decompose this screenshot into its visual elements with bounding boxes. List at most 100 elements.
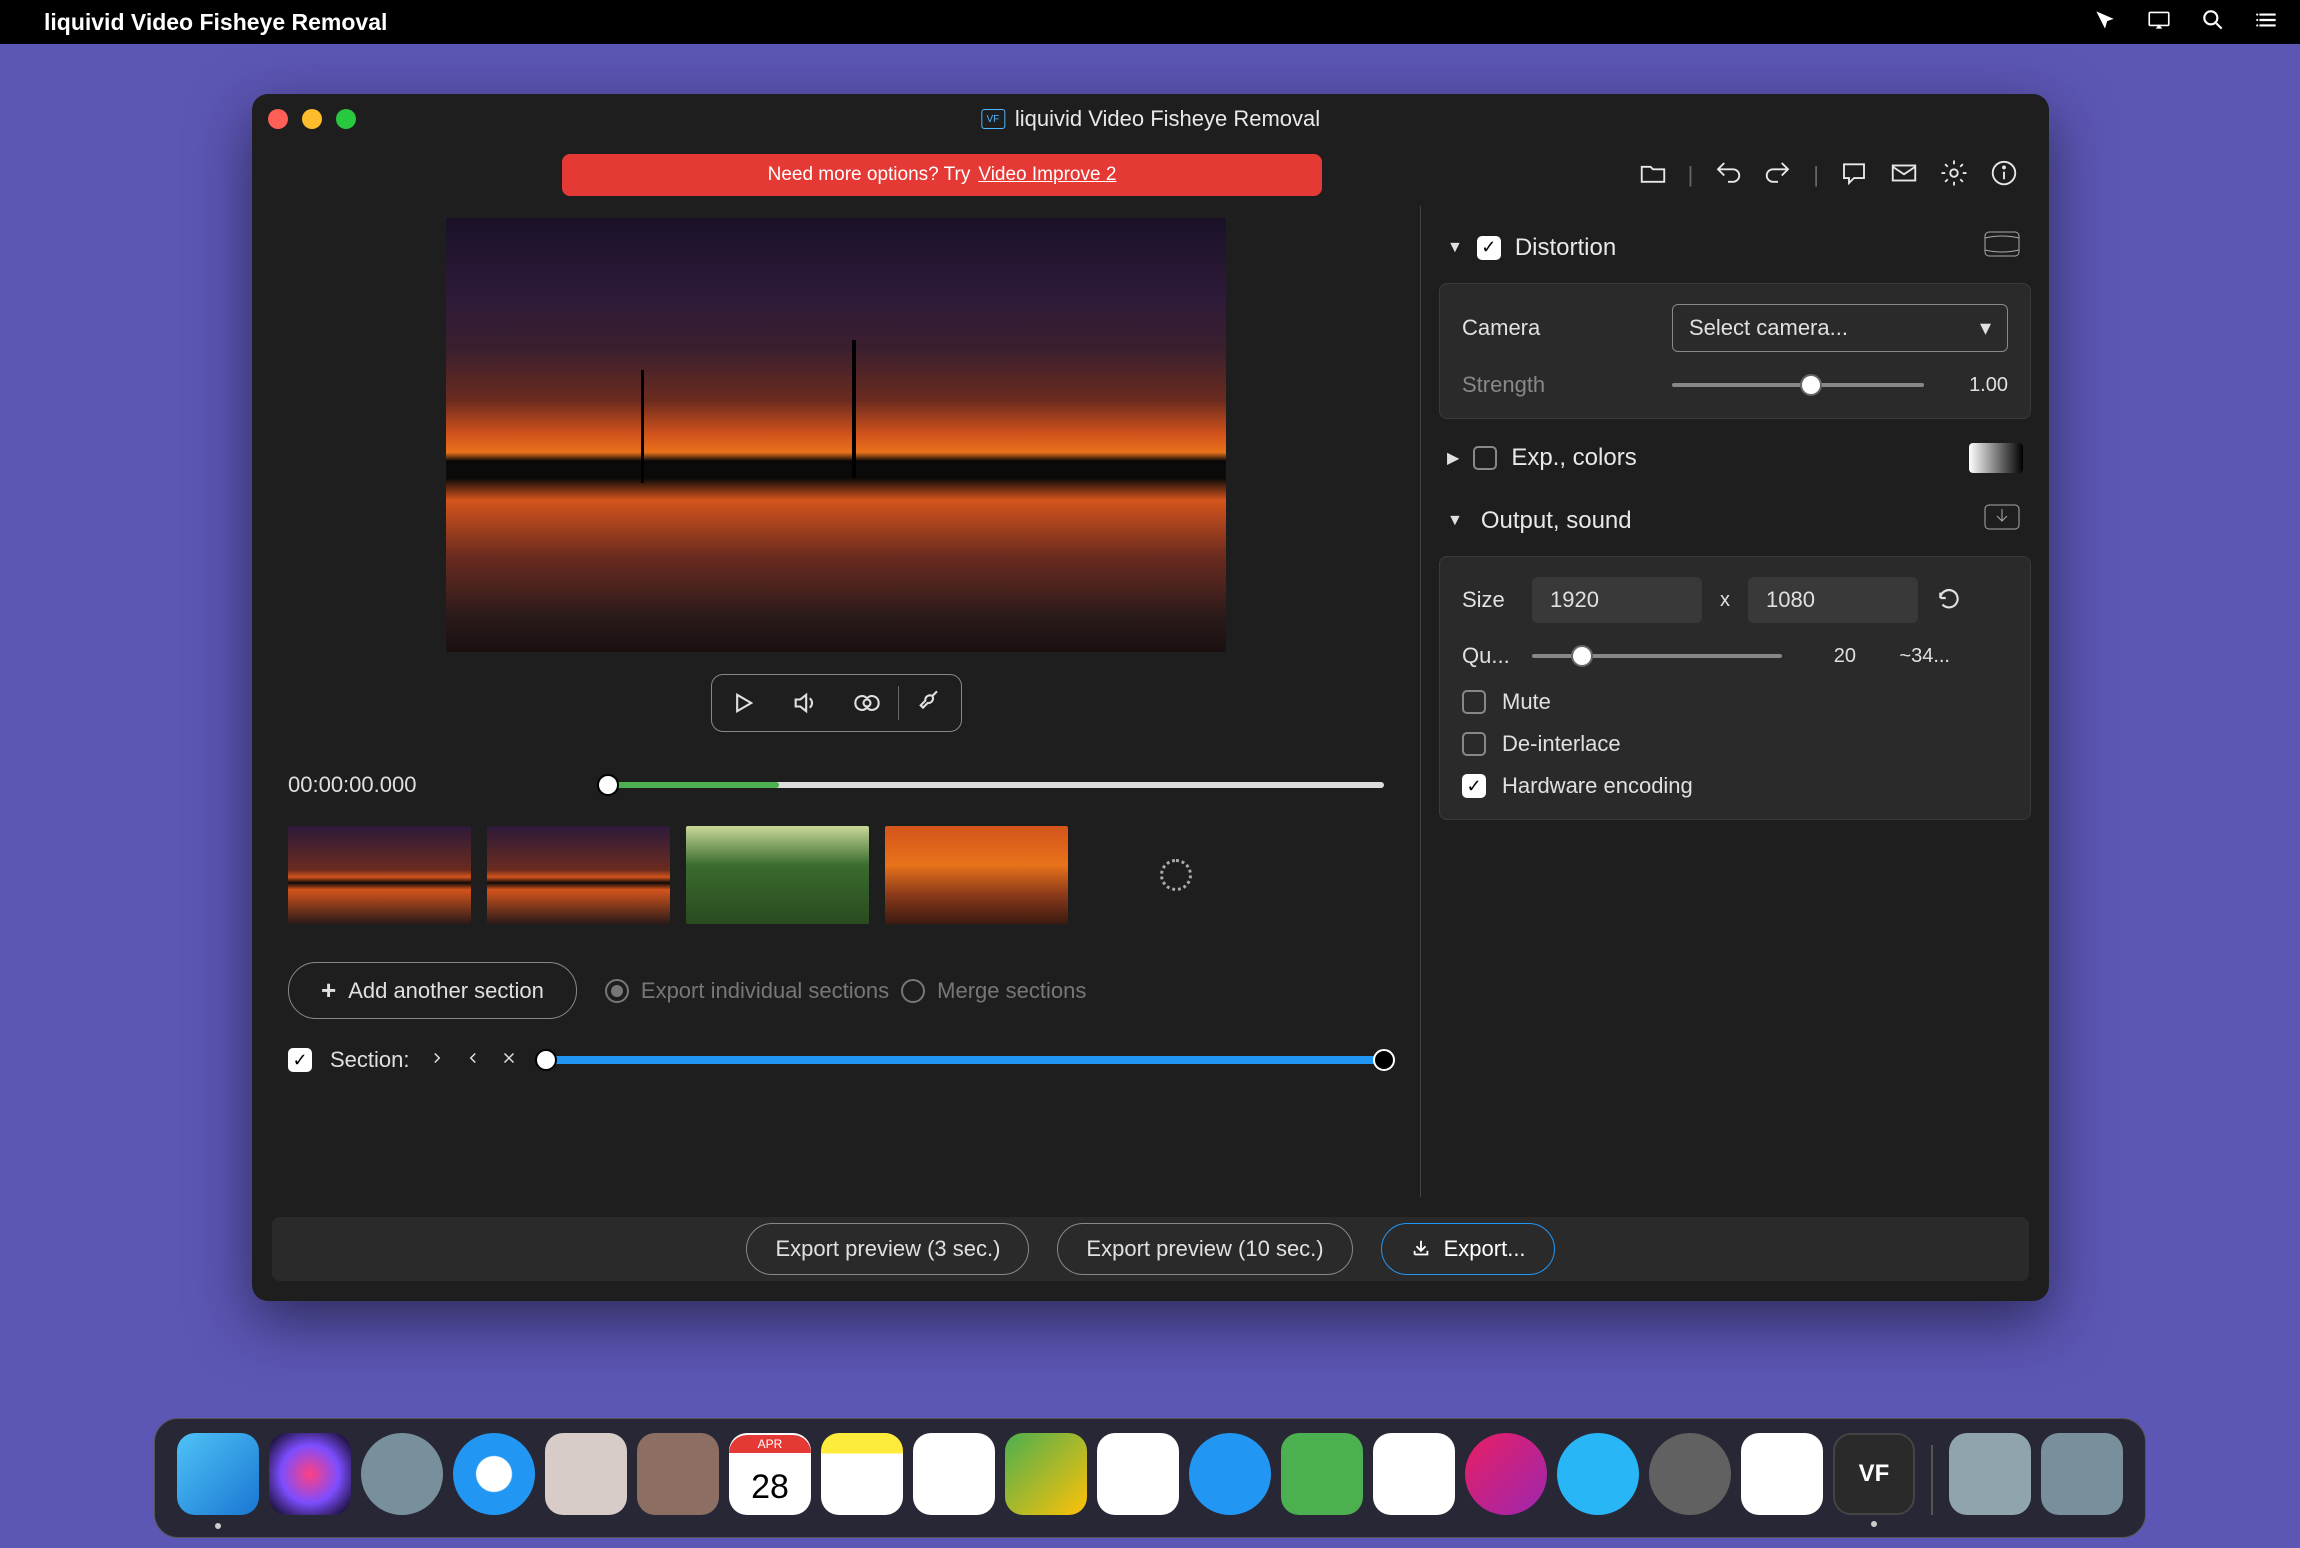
section-next-icon[interactable] (428, 1049, 446, 1072)
output-panel-header[interactable]: ▼ Output, sound (1439, 491, 2031, 550)
merge-sections-radio[interactable] (901, 979, 925, 1003)
dock-siri-icon[interactable] (269, 1433, 351, 1515)
thumbnail[interactable] (885, 826, 1068, 924)
menubar-app-name[interactable]: liquivid Video Fisheye Removal (44, 9, 387, 36)
quality-value: 20 (1806, 645, 1856, 668)
dock-facetime-icon[interactable] (1281, 1433, 1363, 1515)
macos-dock: 28 VF (154, 1418, 2146, 1538)
exposure-enable-checkbox[interactable] (1473, 446, 1497, 470)
distortion-panel-body: Camera Select camera... ▾ Strength 1.00 (1439, 283, 2031, 419)
dock-calendar-icon[interactable]: 28 (729, 1433, 811, 1515)
disclosure-down-icon: ▼ (1447, 239, 1463, 257)
dock-contacts-icon[interactable] (637, 1433, 719, 1515)
section-end-handle[interactable] (1373, 1049, 1395, 1071)
section-start-handle[interactable] (535, 1049, 557, 1071)
dock-appstore-icon[interactable] (1557, 1433, 1639, 1515)
promo-link[interactable]: Video Improve 2 (978, 164, 1116, 186)
timeline-slider[interactable] (608, 782, 1384, 788)
thumbnail[interactable] (288, 826, 471, 924)
reset-size-icon[interactable] (1936, 585, 1962, 616)
dock-textedit-icon[interactable] (1741, 1433, 1823, 1515)
window-minimize-button[interactable] (302, 109, 322, 129)
airplay-icon[interactable] (2146, 7, 2172, 38)
camera-select[interactable]: Select camera... ▾ (1672, 304, 2008, 352)
window-close-button[interactable] (268, 109, 288, 129)
export-button[interactable]: Export... (1381, 1223, 1555, 1275)
quality-slider[interactable] (1532, 654, 1782, 658)
dock-separator (1931, 1445, 1933, 1515)
chevron-down-icon: ▾ (1980, 315, 1991, 341)
dock-trash-icon[interactable] (2041, 1433, 2123, 1515)
feedback-icon[interactable] (1839, 158, 1869, 193)
timeline-handle[interactable] (597, 774, 619, 796)
deinterlace-label: De-interlace (1502, 731, 1621, 757)
dock-maps-icon[interactable] (1005, 1433, 1087, 1515)
export-individual-radio[interactable] (605, 979, 629, 1003)
window-maximize-button[interactable] (336, 109, 356, 129)
dock-downloads-icon[interactable] (1949, 1433, 2031, 1515)
thumbnail[interactable] (487, 826, 670, 924)
tools-button[interactable] (899, 675, 961, 731)
timecode-display: 00:00:00.000 (288, 772, 588, 798)
size-label: Size (1462, 587, 1532, 613)
cursor-icon[interactable] (2092, 7, 2118, 38)
volume-button[interactable] (774, 675, 836, 731)
distortion-title: Distortion (1515, 234, 1616, 262)
play-button[interactable] (712, 675, 774, 731)
dock-reminders-icon[interactable] (913, 1433, 995, 1515)
strength-slider-handle[interactable] (1800, 374, 1822, 396)
info-icon[interactable] (1989, 158, 2019, 193)
video-preview[interactable] (446, 218, 1226, 652)
promo-banner[interactable]: Need more options? Try Video Improve 2 (562, 154, 1322, 196)
settings-gear-icon[interactable] (1939, 158, 1969, 193)
menu-list-icon[interactable] (2254, 7, 2280, 38)
export-preview-3-button[interactable]: Export preview (3 sec.) (746, 1223, 1029, 1275)
distortion-panel-icon (1981, 228, 2023, 267)
dock-photos-icon[interactable] (1097, 1433, 1179, 1515)
compare-view-button[interactable] (836, 675, 898, 731)
output-panel-body: Size 1920 x 1080 Qu... 20 ~34... (1439, 556, 2031, 820)
export-label: Export... (1444, 1236, 1526, 1262)
section-enable-checkbox[interactable]: ✓ (288, 1048, 312, 1072)
settings-pane: ▼ ✓ Distortion Camera Select camera... ▾… (1421, 206, 2049, 1197)
macos-menubar: liquivid Video Fisheye Removal (0, 0, 2300, 44)
dock-launchpad-icon[interactable] (361, 1433, 443, 1515)
quality-slider-handle[interactable] (1571, 645, 1593, 667)
thumbnail[interactable] (686, 826, 869, 924)
window-title: liquivid Video Fisheye Removal (1015, 106, 1320, 132)
redo-icon[interactable] (1763, 158, 1793, 193)
width-input[interactable]: 1920 (1532, 577, 1702, 623)
export-individual-label: Export individual sections (641, 978, 889, 1004)
strength-slider[interactable] (1672, 383, 1924, 387)
hw-encode-checkbox[interactable]: ✓ (1462, 774, 1486, 798)
undo-icon[interactable] (1713, 158, 1743, 193)
add-section-button[interactable]: + Add another section (288, 962, 577, 1019)
dock-news-icon[interactable] (1373, 1433, 1455, 1515)
export-preview-10-button[interactable]: Export preview (10 sec.) (1057, 1223, 1352, 1275)
app-window: VF liquivid Video Fisheye Removal Need m… (252, 94, 2049, 1301)
mute-label: Mute (1502, 689, 1551, 715)
dock-mail-icon[interactable] (545, 1433, 627, 1515)
mute-checkbox[interactable] (1462, 690, 1486, 714)
section-remove-icon[interactable] (500, 1049, 518, 1072)
dock-settings-icon[interactable] (1649, 1433, 1731, 1515)
distortion-panel-header[interactable]: ▼ ✓ Distortion (1439, 218, 2031, 277)
section-range-slider[interactable] (546, 1056, 1385, 1064)
distortion-enable-checkbox[interactable]: ✓ (1477, 236, 1501, 260)
dock-app-icon[interactable]: VF (1833, 1433, 1915, 1515)
deinterlace-checkbox[interactable] (1462, 732, 1486, 756)
mail-icon[interactable] (1889, 158, 1919, 193)
dock-safari-icon[interactable] (453, 1433, 535, 1515)
exposure-panel-header[interactable]: ▶ Exp., colors (1439, 433, 2031, 483)
dock-finder-icon[interactable] (177, 1433, 259, 1515)
strength-label: Strength (1462, 372, 1672, 398)
section-prev-icon[interactable] (464, 1049, 482, 1072)
open-folder-icon[interactable] (1638, 158, 1668, 193)
hw-encode-label: Hardware encoding (1502, 773, 1693, 799)
dock-messages-icon[interactable] (1189, 1433, 1271, 1515)
spotlight-icon[interactable] (2200, 7, 2226, 38)
height-input[interactable]: 1080 (1748, 577, 1918, 623)
dock-music-icon[interactable] (1465, 1433, 1547, 1515)
dock-notes-icon[interactable] (821, 1433, 903, 1515)
toolbar-separator: | (1688, 162, 1694, 188)
